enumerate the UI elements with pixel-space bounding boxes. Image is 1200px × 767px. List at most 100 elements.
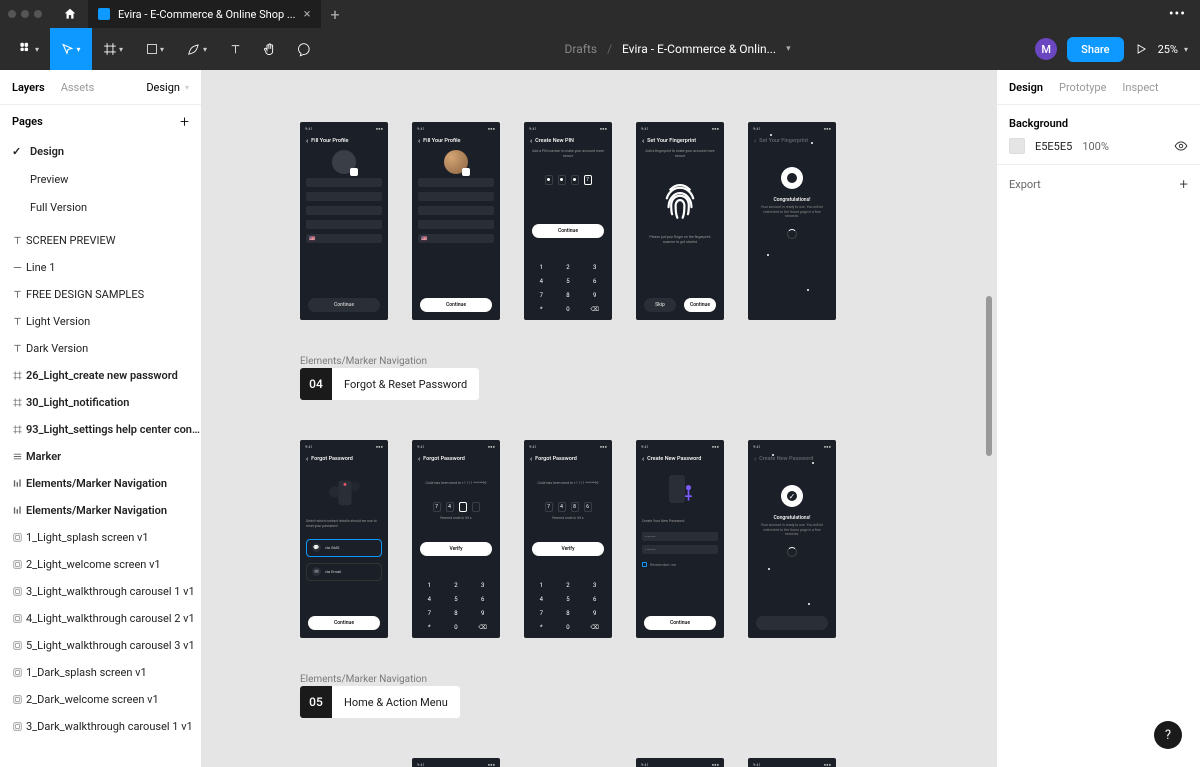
hand-tool[interactable] (252, 28, 286, 70)
window-titlebar: Evira - E-Commerce & Online Shop ... × +… (0, 0, 1200, 28)
layer-item[interactable]: 3_Light_walkthrough carousel 1 v1 (0, 578, 201, 605)
pages-header: Pages (12, 115, 43, 128)
design-tab[interactable]: Design (1009, 81, 1043, 94)
canvas-frame[interactable]: 9:41●●● ‹Forgot Password Select which co… (300, 440, 388, 638)
traffic-lights[interactable] (8, 10, 42, 18)
toolbar: ▾ ▾ ▾ ▾ ▾ Drafts / Evira - E-Comm (0, 28, 1200, 70)
list-icon (8, 451, 26, 462)
move-tool[interactable]: ▾ (50, 28, 92, 70)
layer-item[interactable]: Elements/Marker Navigation (0, 470, 201, 497)
zoom-control[interactable]: 25% ▾ (1158, 43, 1192, 56)
comp-icon (8, 532, 26, 543)
layer-item[interactable]: 5_Light_walkthrough carousel 3 v1 (0, 632, 201, 659)
layer-item[interactable]: Light Version (0, 308, 201, 335)
assets-tab[interactable]: Assets (61, 81, 95, 94)
line-icon (8, 262, 26, 273)
breadcrumb-doc[interactable]: Evira - E-Commerce & Onlin... (622, 42, 776, 56)
comment-tool[interactable] (286, 28, 320, 70)
comp-icon (8, 694, 26, 705)
section-marker[interactable]: 05 Home & Action Menu (300, 686, 460, 718)
comp-icon (8, 721, 26, 732)
layer-item[interactable]: 30_Light_notification (0, 389, 201, 416)
home-tab[interactable] (56, 4, 84, 24)
canvas-frame[interactable]: 9:41●●● ‹Create New Password Create Your… (636, 440, 724, 638)
layer-item[interactable]: Elements/Marker Navigation (0, 497, 201, 524)
layers-list[interactable]: SCREEN PREVIEWLine 1FREE DESIGN SAMPLESL… (0, 227, 201, 767)
canvas-frame[interactable]: 9:41●●● ‹Fill Your Profile Continue (412, 122, 500, 320)
comp-icon (8, 613, 26, 624)
section-label: Elements/Marker Navigation (300, 356, 427, 367)
pen-tool[interactable]: ▾ (176, 28, 218, 70)
layer-item[interactable]: SCREEN PREVIEW (0, 227, 201, 254)
layer-item[interactable]: Line 1 (0, 254, 201, 281)
prototype-tab[interactable]: Prototype (1059, 81, 1106, 94)
inspect-tab[interactable]: Inspect (1122, 81, 1158, 94)
background-hex[interactable]: E5E5E5 (1035, 140, 1072, 153)
share-button[interactable]: Share (1067, 37, 1123, 62)
layer-item[interactable]: 3_Dark_walkthrough carousel 1 v1 (0, 713, 201, 740)
page-item[interactable]: ✓Preview (0, 165, 201, 193)
file-tab-title: Evira - E-Commerce & Online Shop ... (118, 8, 296, 21)
chevron-down-icon: ▾ (185, 83, 189, 92)
chevron-down-icon[interactable]: ▾ (786, 44, 791, 54)
canvas-frame[interactable]: 9:41●●● (412, 758, 500, 767)
text-icon (8, 316, 26, 327)
text-icon (8, 289, 26, 300)
frame-tool[interactable]: ▾ (92, 28, 134, 70)
main-menu-button[interactable]: ▾ (8, 28, 50, 70)
page-item[interactable]: ✓Full Version (0, 193, 201, 221)
layer-item[interactable]: 4_Light_walkthrough carousel 2 v1 (0, 605, 201, 632)
layer-item[interactable]: 1_Light_splash screen v1 (0, 524, 201, 551)
layer-item[interactable]: 26_Light_create new password (0, 362, 201, 389)
canvas-frame[interactable]: 9:41●●● ‹Fill Your Profile Continue (300, 122, 388, 320)
layer-item[interactable]: 1_Dark_splash screen v1 (0, 659, 201, 686)
help-button[interactable]: ? (1154, 721, 1182, 749)
canvas-frame[interactable]: 9:41●●● ‹Set Your Fingerprint Add a fing… (636, 122, 724, 320)
bars-icon (8, 478, 26, 489)
fingerprint-icon (658, 179, 702, 223)
background-swatch[interactable] (1009, 138, 1025, 154)
illustration-icon (325, 473, 363, 511)
comp-icon (8, 640, 26, 651)
canvas-frame[interactable]: 9:41●●● (636, 758, 724, 767)
comp-icon (8, 586, 26, 597)
canvas-frame[interactable]: 9:41●●● (748, 758, 836, 767)
layer-item[interactable]: 2_Dark_welcome screen v1 (0, 686, 201, 713)
user-avatar[interactable]: M (1035, 38, 1057, 60)
present-button[interactable] (1134, 42, 1148, 56)
canvas-frame[interactable]: 9:41●●● ‹Create New Password Congratulat… (748, 440, 836, 638)
close-tab-icon[interactable]: × (304, 7, 311, 22)
pages-dropdown[interactable]: Design ▾ (146, 81, 189, 94)
visibility-toggle-icon[interactable] (1174, 139, 1188, 153)
layer-item[interactable]: 93_Light_settings help center con... (0, 416, 201, 443)
breadcrumb-drafts[interactable]: Drafts (565, 42, 598, 56)
layer-item[interactable]: Marker (0, 443, 201, 470)
layer-item[interactable]: Dark Version (0, 335, 201, 362)
text-tool[interactable] (218, 28, 252, 70)
figma-file-icon (98, 8, 110, 20)
canvas-scrollbar[interactable] (986, 296, 992, 456)
canvas-frame[interactable]: 9:41●●● ‹Create New PIN Add a PIN number… (524, 122, 612, 320)
chevron-down-icon: ▾ (203, 45, 207, 54)
section-marker[interactable]: 04 Forgot & Reset Password (300, 368, 479, 400)
frame-icon (8, 397, 26, 408)
canvas-frame[interactable]: 9:41●●● ‹Forgot Password Code has been s… (524, 440, 612, 638)
app-menu-icon[interactable]: ••• (1163, 6, 1192, 22)
new-tab-button[interactable]: + (331, 5, 340, 24)
chevron-down-icon: ▾ (76, 45, 80, 54)
chevron-down-icon: ▾ (35, 45, 39, 54)
page-item[interactable]: ✓Design (0, 137, 201, 165)
background-opacity[interactable]: 100% (1082, 140, 1109, 153)
export-section-label: Export (1009, 178, 1041, 191)
canvas-frame[interactable]: 9:41●●● ‹Forgot Password Code has been s… (412, 440, 500, 638)
layers-tab[interactable]: Layers (12, 81, 45, 94)
file-tab[interactable]: Evira - E-Commerce & Online Shop ... × (88, 0, 321, 28)
shape-tool[interactable]: ▾ (134, 28, 176, 70)
canvas[interactable]: 9:41●●● ‹Fill Your Profile Continue 9:41… (202, 70, 996, 767)
add-page-button[interactable]: + (180, 112, 189, 131)
canvas-frame[interactable]: 9:41●●● ‹Set Your Fingerprint Congratula… (748, 122, 836, 320)
layer-item[interactable]: 2_Light_welcome screen v1 (0, 551, 201, 578)
layer-item[interactable]: FREE DESIGN SAMPLES (0, 281, 201, 308)
frame-icon (8, 370, 26, 381)
add-export-button[interactable]: + (1180, 175, 1188, 193)
